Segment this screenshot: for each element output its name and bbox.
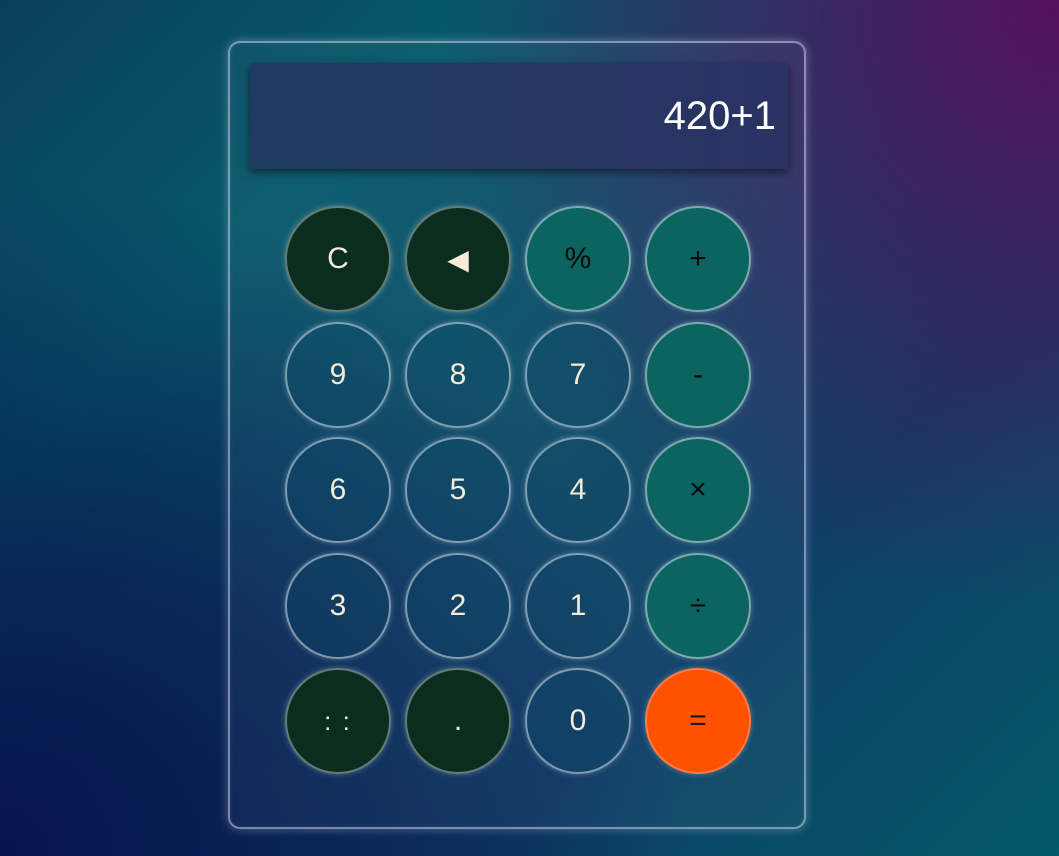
clear-button[interactable]: C — [285, 206, 391, 312]
decimal-button[interactable]: . — [405, 668, 511, 774]
display-screen: 420+1 — [250, 63, 788, 169]
digit-7-button[interactable]: 7 — [525, 321, 631, 428]
backspace-icon: ◀ — [447, 243, 469, 275]
digit-5-button[interactable]: 5 — [405, 437, 511, 543]
digit-0-button[interactable]: 0 — [525, 668, 631, 774]
add-button[interactable]: + — [645, 206, 751, 312]
multiply-button[interactable]: × — [645, 437, 751, 543]
digit-3-button[interactable]: 3 — [285, 552, 391, 659]
divide-button[interactable]: ÷ — [645, 552, 751, 659]
digit-1-button[interactable]: 1 — [525, 552, 631, 659]
digit-9-button[interactable]: 9 — [285, 321, 391, 428]
equals-button[interactable]: = — [645, 668, 751, 774]
subtract-button[interactable]: - — [645, 321, 751, 428]
keypad: C ◀ % + 9 8 7 - 6 5 4 × 3 2 1 ÷ : : . 0 … — [285, 206, 751, 774]
backspace-button[interactable]: ◀ — [405, 206, 511, 312]
digit-8-button[interactable]: 8 — [405, 321, 511, 428]
display-value: 420+1 — [663, 93, 776, 138]
more-button[interactable]: : : — [285, 668, 391, 774]
digit-6-button[interactable]: 6 — [285, 437, 391, 543]
calculator-panel: 420+1 C ◀ % + 9 8 7 - 6 5 4 × 3 2 1 ÷ : … — [228, 41, 806, 829]
percent-button[interactable]: % — [525, 206, 631, 312]
digit-2-button[interactable]: 2 — [405, 552, 511, 659]
digit-4-button[interactable]: 4 — [525, 437, 631, 543]
